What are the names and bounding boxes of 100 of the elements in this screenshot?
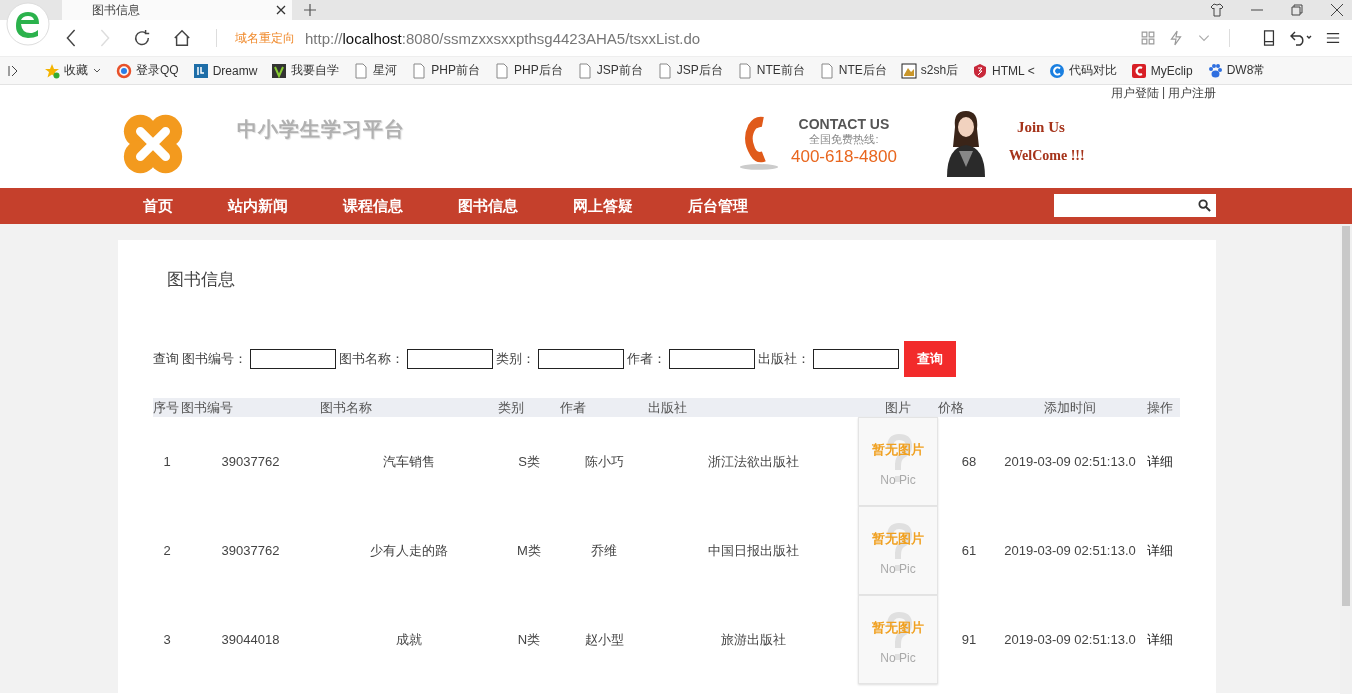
nav-item[interactable]: 网上答疑 bbox=[573, 196, 633, 216]
menu-icon[interactable] bbox=[1326, 30, 1340, 46]
table-cell: 2019-03-09 02:51:13.0 bbox=[1004, 454, 1136, 469]
reload-icon[interactable] bbox=[132, 29, 152, 47]
detail-link[interactable]: 详细 bbox=[1147, 453, 1173, 469]
welcome-text: WelCome !!! bbox=[1008, 148, 1085, 164]
search-label: 查询 bbox=[153, 350, 179, 368]
table-cell: 2 bbox=[163, 543, 171, 558]
table-cell: N类 bbox=[517, 631, 541, 647]
table-cell: 少有人走的路 bbox=[370, 542, 448, 558]
table-cell: 1 bbox=[163, 454, 171, 469]
table-cell: 陈小巧 bbox=[584, 453, 624, 469]
bookmark-item[interactable]: 收藏 bbox=[44, 62, 102, 79]
column-header: 操作 bbox=[1140, 398, 1180, 417]
shield-logo-icon bbox=[972, 62, 989, 79]
input-field[interactable] bbox=[813, 349, 899, 369]
nav-item[interactable]: 首页 bbox=[143, 196, 173, 216]
table-cell: 乔维 bbox=[591, 542, 617, 558]
bookmark-item[interactable]: 代码对比 bbox=[1048, 62, 1117, 79]
hotline-number: 400-618-4800 bbox=[791, 147, 897, 167]
sidebar-toggle-icon[interactable] bbox=[8, 64, 18, 77]
contact-title: CONTACT US bbox=[797, 116, 891, 132]
input-field[interactable] bbox=[407, 349, 493, 369]
star-icon bbox=[44, 62, 60, 79]
bookmark-item[interactable]: 我要自学 bbox=[271, 62, 340, 79]
field-label: 类别： bbox=[496, 350, 535, 368]
address-field[interactable]: http://localhost:8080/ssmzxxsxxpthsg4423AHA5/tsxxList.do bbox=[305, 29, 701, 47]
column-header: 序号 bbox=[153, 398, 181, 417]
column-header: 图片 bbox=[858, 398, 938, 417]
hotline-label: 全国免费热线: bbox=[808, 132, 880, 147]
table-cell: 赵小型 bbox=[584, 631, 624, 647]
bookmark-item[interactable]: MyEclip bbox=[1130, 62, 1193, 79]
nav-item[interactable]: 课程信息 bbox=[343, 196, 403, 216]
back-icon[interactable] bbox=[64, 29, 78, 47]
page-icon bbox=[353, 62, 370, 79]
no-pic-text: No Pic bbox=[880, 561, 916, 576]
column-header: 作者 bbox=[560, 398, 648, 417]
column-header: 图书名称 bbox=[320, 398, 498, 417]
detail-link[interactable]: 详细 bbox=[1147, 542, 1173, 558]
bookmark-item[interactable]: DW8常 bbox=[1206, 62, 1266, 79]
search-icon[interactable] bbox=[1198, 199, 1211, 212]
site-title: 中小学生学习平台 bbox=[237, 117, 405, 142]
bookmark-item[interactable]: s2sh后 bbox=[900, 62, 959, 79]
table-cell: 旅游出版社 bbox=[720, 631, 786, 647]
table-cell: 中国日报出版社 bbox=[707, 542, 799, 558]
close-icon[interactable] bbox=[1330, 3, 1344, 17]
page-icon bbox=[411, 62, 428, 79]
field-label: 出版社： bbox=[758, 350, 810, 368]
image-icon bbox=[900, 62, 917, 79]
register-link[interactable]: 用户注册 bbox=[1168, 85, 1216, 102]
bookmark-item[interactable]: PHP前台 bbox=[411, 62, 481, 79]
page-icon bbox=[494, 62, 511, 79]
plus-icon[interactable] bbox=[304, 4, 316, 16]
bookmark-item[interactable]: HTML < bbox=[972, 62, 1035, 79]
ring-icon bbox=[116, 62, 132, 79]
column-header: 出版社 bbox=[648, 398, 858, 417]
scrollbar[interactable] bbox=[1340, 224, 1352, 694]
bookmark-item[interactable]: JSP前台 bbox=[576, 62, 643, 79]
nav-item[interactable]: 图书信息 bbox=[458, 196, 518, 216]
page-icon bbox=[818, 62, 835, 79]
shirt-icon[interactable] bbox=[1210, 3, 1224, 17]
bookmark-item[interactable]: NTE后台 bbox=[818, 62, 887, 79]
table-cell: 2019-03-09 02:51:13.0 bbox=[1004, 632, 1136, 647]
login-link[interactable]: 用户登陆 bbox=[1110, 85, 1159, 102]
tablet-icon[interactable] bbox=[1262, 30, 1276, 46]
page-icon bbox=[656, 62, 673, 79]
browser-tab[interactable]: 图书信息 bbox=[62, 0, 292, 20]
c-logo-icon bbox=[1048, 62, 1065, 79]
nav-item[interactable]: 站内新闻 bbox=[228, 196, 288, 216]
field-label: 图书名称： bbox=[339, 350, 404, 368]
restore-icon[interactable] bbox=[1290, 3, 1304, 17]
grid-icon[interactable] bbox=[1141, 30, 1155, 46]
input-field[interactable] bbox=[538, 349, 624, 369]
bookmark-item[interactable]: 登录QQ bbox=[116, 62, 179, 79]
lightning-icon[interactable] bbox=[1169, 30, 1183, 46]
input-field[interactable] bbox=[669, 349, 755, 369]
bookmark-item[interactable]: Dreamw bbox=[192, 62, 258, 79]
table-cell: 39037762 bbox=[221, 454, 280, 469]
detail-link[interactable]: 详细 bbox=[1147, 631, 1173, 647]
bookmark-item[interactable]: NTE前台 bbox=[736, 62, 805, 79]
section-title: 图书信息 bbox=[167, 269, 236, 291]
column-header: 价格 bbox=[938, 398, 1000, 417]
input-field[interactable] bbox=[250, 349, 336, 369]
nav-item[interactable]: 后台管理 bbox=[688, 196, 748, 216]
table-cell: 39037762 bbox=[221, 543, 280, 558]
bookmark-item[interactable]: 星河 bbox=[353, 62, 398, 79]
bookmark-item[interactable]: JSP后台 bbox=[656, 62, 723, 79]
search-field[interactable] bbox=[1054, 194, 1216, 217]
bookmark-item[interactable]: PHP后台 bbox=[494, 62, 563, 79]
table-cell: M类 bbox=[517, 542, 541, 558]
table-cell: 3 bbox=[163, 632, 171, 647]
table-cell: 浙江法欲出版社 bbox=[707, 453, 799, 469]
search-button[interactable]: 查询 bbox=[904, 341, 956, 377]
field-label: 作者： bbox=[627, 350, 666, 368]
close-icon[interactable] bbox=[276, 5, 286, 15]
home-icon[interactable] bbox=[172, 29, 192, 47]
undo-icon[interactable] bbox=[1290, 30, 1312, 46]
no-image-text: 暂无图片 bbox=[872, 618, 924, 637]
table-cell: 68 bbox=[961, 454, 977, 469]
square-logo-icon bbox=[192, 62, 209, 79]
